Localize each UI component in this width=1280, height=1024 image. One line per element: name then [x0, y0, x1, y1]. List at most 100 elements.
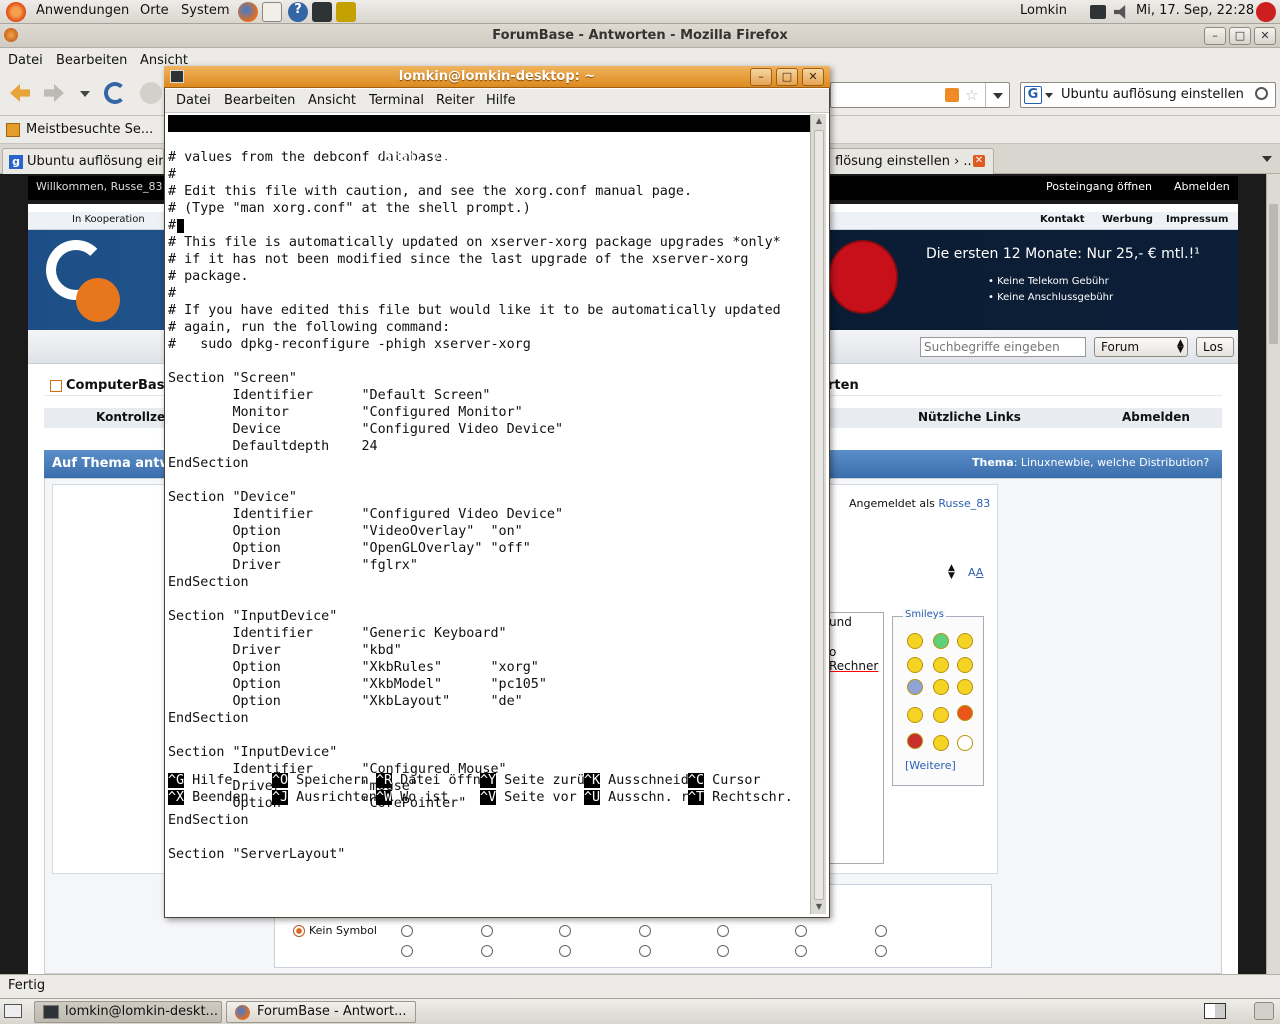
engine-dropdown-icon[interactable]: [1045, 93, 1053, 98]
more-smileys-link[interactable]: [Weitere]: [905, 759, 956, 772]
panel-menu-applications[interactable]: Anwendungen: [36, 3, 129, 18]
smiley-icon[interactable]: [933, 735, 949, 751]
close-button[interactable]: ✕: [1254, 27, 1276, 45]
panel-menu-system[interactable]: System: [181, 3, 229, 18]
ubuntu-logo-icon[interactable]: [6, 2, 26, 22]
maximize-button[interactable]: □: [1229, 27, 1251, 45]
font-size-icon[interactable]: AA: [968, 566, 983, 579]
smiley-icon[interactable]: [957, 705, 973, 721]
logout-top-link[interactable]: Abmelden: [1174, 180, 1230, 193]
post-icon-radio[interactable]: [401, 925, 413, 937]
smiley-icon[interactable]: [907, 657, 923, 673]
smiley-icon[interactable]: [907, 707, 923, 723]
contact-link[interactable]: Kontakt: [1040, 214, 1085, 225]
panel-user[interactable]: Lomkin: [1020, 3, 1067, 18]
help-launcher-icon[interactable]: ?: [288, 2, 308, 22]
home-icon[interactable]: [50, 380, 62, 392]
terminal-launcher-icon[interactable]: [312, 2, 332, 22]
scroll-down-icon[interactable]: ▼: [813, 902, 825, 914]
bookmark-most-visited[interactable]: Meistbesuchte Se...: [26, 122, 153, 137]
terminal-maximize-button[interactable]: □: [776, 68, 798, 86]
term-menu-tabs[interactable]: Reiter: [436, 93, 475, 108]
panel-menu-places[interactable]: Orte: [140, 3, 169, 18]
back-icon[interactable]: [10, 84, 30, 102]
smiley-icon[interactable]: [907, 679, 923, 695]
panel-clock[interactable]: Mi, 17. Sep, 22:28: [1136, 3, 1254, 18]
url-bar[interactable]: ☆: [830, 82, 1010, 108]
mail-launcher-icon[interactable]: [262, 2, 282, 22]
term-menu-edit[interactable]: Bearbeiten: [224, 93, 295, 108]
terminal-minimize-button[interactable]: –: [750, 68, 772, 86]
search-bar[interactable]: G Ubuntu auflösung einstellen: [1020, 82, 1276, 108]
post-icon-radio[interactable]: [639, 925, 651, 937]
inbox-link[interactable]: Posteingang öffnen: [1046, 180, 1152, 193]
post-icon-radio[interactable]: [559, 945, 571, 957]
ff-menu-file[interactable]: Datei: [8, 53, 43, 68]
smiley-icon[interactable]: [957, 633, 973, 649]
post-icon-radio[interactable]: [717, 925, 729, 937]
post-icon-radio[interactable]: [481, 945, 493, 957]
forward-icon[interactable]: [44, 84, 64, 102]
tab-search[interactable]: flösung einstellen › ... ✕: [828, 148, 994, 174]
page-scrollbar-thumb[interactable]: [1269, 204, 1278, 344]
google-icon[interactable]: G: [1024, 86, 1042, 104]
page-scrollbar[interactable]: [1266, 174, 1280, 974]
smiley-icon[interactable]: [933, 707, 949, 723]
smiley-icon[interactable]: [957, 657, 973, 673]
smiley-icon[interactable]: [933, 633, 949, 649]
nav-logout[interactable]: Abmelden: [1122, 410, 1190, 424]
forum-search-input[interactable]: [920, 337, 1086, 357]
smiley-icon[interactable]: [957, 679, 973, 695]
volume-icon[interactable]: [1114, 5, 1126, 19]
smiley-icon[interactable]: [907, 733, 923, 749]
terminal-close-button[interactable]: ✕: [802, 68, 824, 86]
post-icon-radio[interactable]: [559, 925, 571, 937]
breadcrumb-link[interactable]: ComputerBase: [66, 378, 173, 393]
bookmark-star-icon[interactable]: ☆: [965, 86, 978, 104]
term-menu-terminal[interactable]: Terminal: [369, 93, 424, 108]
post-icon-radio[interactable]: [875, 945, 887, 957]
workspace-switcher-icon[interactable]: [1204, 1003, 1226, 1019]
power-icon[interactable]: [1256, 2, 1276, 22]
resize-icon[interactable]: ▲ ▼: [948, 564, 955, 581]
terminal-scrollbar-thumb[interactable]: [814, 130, 824, 900]
ff-menu-edit[interactable]: Bearbeiten: [56, 53, 127, 68]
url-dropdown-icon[interactable]: [985, 83, 1009, 107]
post-icon-radio[interactable]: [795, 945, 807, 957]
computerbase-logo[interactable]: [46, 238, 166, 322]
trash-icon[interactable]: [1254, 1002, 1274, 1020]
notes-launcher-icon[interactable]: [336, 2, 356, 22]
nav-control-panel[interactable]: Kontrollze: [96, 410, 165, 424]
search-icon[interactable]: [1255, 87, 1268, 100]
reload-icon[interactable]: [104, 82, 126, 104]
term-menu-view[interactable]: Ansicht: [308, 93, 356, 108]
task-firefox[interactable]: ForumBase - Antwort...: [226, 1001, 416, 1023]
smiley-icon[interactable]: [933, 679, 949, 695]
smiley-icon[interactable]: [907, 633, 923, 649]
post-icon-radio[interactable]: [639, 945, 651, 957]
nav-useful-links[interactable]: Nützliche Links: [918, 410, 1021, 424]
term-menu-help[interactable]: Hilfe: [486, 93, 516, 108]
post-icon-radio[interactable]: [795, 925, 807, 937]
tab-ubuntu[interactable]: g Ubuntu auflösung ein: [2, 148, 164, 174]
post-icon-radio[interactable]: [875, 925, 887, 937]
forum-search-button[interactable]: Los: [1196, 337, 1234, 357]
terminal-screen[interactable]: # values from the debconf database.## Ed…: [168, 114, 810, 914]
search-input[interactable]: Ubuntu auflösung einstellen: [1061, 87, 1244, 102]
imprint-link[interactable]: Impressum: [1166, 214, 1228, 225]
no-symbol-radio[interactable]: [293, 925, 305, 937]
post-icon-radio[interactable]: [481, 925, 493, 937]
smiley-icon[interactable]: [933, 657, 949, 673]
post-icon-radio[interactable]: [401, 945, 413, 957]
task-terminal[interactable]: lomkin@lomkin-deskt...: [34, 1001, 222, 1023]
message-textarea[interactable]: und o Rechner: [828, 612, 884, 864]
stop-icon[interactable]: [140, 82, 162, 104]
network-icon[interactable]: [1090, 5, 1106, 19]
history-dropdown-icon[interactable]: [80, 91, 90, 97]
forum-scope-select[interactable]: Forum ▲ ▼: [1094, 337, 1188, 357]
term-menu-file[interactable]: Datei: [176, 93, 211, 108]
firefox-launcher-icon[interactable]: [238, 2, 258, 22]
show-desktop-icon[interactable]: [4, 1004, 22, 1018]
smiley-icon[interactable]: [957, 735, 973, 751]
bookmark-folder-icon[interactable]: [6, 123, 20, 137]
